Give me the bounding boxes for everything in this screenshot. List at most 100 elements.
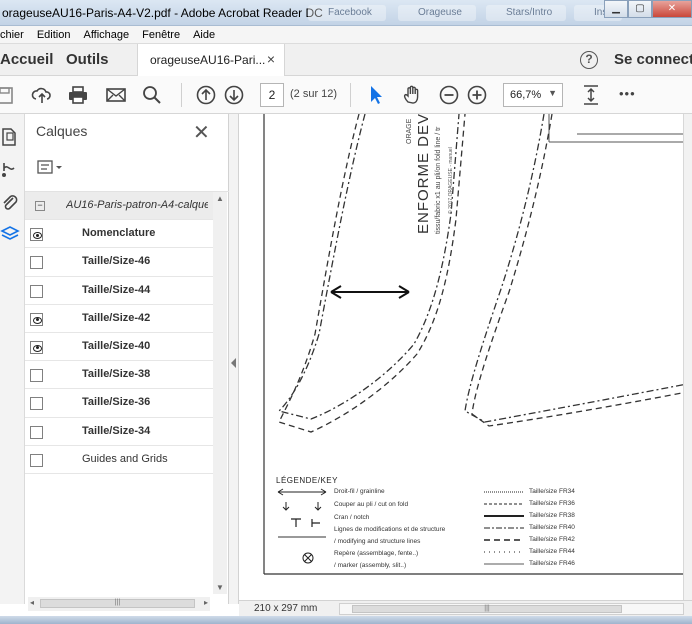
- layers-horizontal-scrollbar[interactable]: ◂ ||| ▸: [28, 597, 210, 611]
- visibility-checkbox[interactable]: [30, 284, 43, 298]
- page-number-input[interactable]: 2: [260, 83, 284, 107]
- document-vertical-scrollbar[interactable]: [683, 114, 692, 600]
- page-dimensions: 210 x 297 mm: [254, 603, 318, 614]
- page-fit-icon[interactable]: [580, 84, 602, 106]
- zoom-out-icon[interactable]: [438, 84, 460, 106]
- legend-size: Taille/size FR34: [529, 488, 575, 495]
- legend-item: Cran / notch: [334, 514, 370, 521]
- chevron-down-icon: ▼: [548, 88, 557, 98]
- document-tab[interactable]: orageuseAU16-Pari... ×: [137, 44, 285, 76]
- navigation-rail: [0, 114, 25, 604]
- visibility-checkbox[interactable]: [30, 369, 43, 383]
- layers-icon[interactable]: [0, 224, 20, 244]
- hand-tool-icon[interactable]: [401, 84, 423, 106]
- email-icon[interactable]: [105, 84, 127, 106]
- toolbar: 2 (2 sur 12) 66,7% ▼ •••: [0, 76, 692, 114]
- menu-bar: chier Edition Affichage Fenêtre Aide: [0, 26, 692, 44]
- layers-vertical-scrollbar[interactable]: ▲ ▼: [213, 192, 227, 594]
- layer-row[interactable]: Guides and Grids: [25, 446, 213, 474]
- legend-size: Taille/size FR36: [529, 500, 575, 507]
- search-icon[interactable]: [141, 84, 163, 106]
- bookmark-icon[interactable]: [0, 160, 20, 180]
- zoom-select[interactable]: 66,7% ▼: [503, 83, 563, 107]
- visibility-checkbox[interactable]: [30, 397, 43, 411]
- menu-window[interactable]: Fenêtre: [142, 29, 180, 41]
- menu-help[interactable]: Aide: [193, 29, 215, 41]
- legend-item: Couper au pli / cut on fold: [334, 501, 409, 508]
- visibility-eye-icon[interactable]: [30, 312, 43, 326]
- layer-row[interactable]: Taille/Size-42: [25, 305, 213, 333]
- layers-panel-title: Calques: [36, 123, 88, 139]
- select-cursor-icon[interactable]: [365, 84, 387, 106]
- layer-label: Taille/Size-42: [82, 311, 151, 324]
- scroll-down-icon[interactable]: ▼: [216, 583, 224, 592]
- nav-tools[interactable]: Outils: [66, 51, 109, 68]
- menu-edit[interactable]: Edition: [37, 29, 71, 41]
- document-view[interactable]: ENFORME DEV ORAGE tissu/fabric x1 au pli…: [239, 114, 692, 600]
- layer-row[interactable]: Taille/Size-44: [25, 277, 213, 305]
- layer-label: Taille/Size-36: [82, 396, 151, 409]
- pattern-brand: ORAGE: [406, 118, 413, 144]
- close-window-icon[interactable]: ✕: [652, 0, 692, 18]
- layer-row[interactable]: Taille/Size-40: [25, 333, 213, 362]
- scroll-right-icon[interactable]: ▸: [204, 598, 208, 607]
- save-icon[interactable]: [0, 84, 16, 106]
- maximize-icon[interactable]: ▢: [628, 0, 652, 18]
- zoom-in-icon[interactable]: [466, 84, 488, 106]
- more-tools-icon[interactable]: •••: [619, 86, 636, 101]
- pattern-title: ENFORME DEV: [415, 114, 432, 234]
- close-tab-icon[interactable]: ×: [267, 51, 275, 67]
- pattern-legend: LÉGENDE/KEY Droit-fil / grainline Couper…: [276, 474, 676, 574]
- document-horizontal-scrollbar[interactable]: |||: [339, 603, 684, 615]
- close-panel-icon[interactable]: ✕: [193, 120, 210, 145]
- collapse-icon[interactable]: −: [35, 201, 45, 211]
- layer-label: Taille/Size-44: [82, 283, 151, 296]
- legend-item: Droit-fil / grainline: [334, 488, 385, 495]
- window-titlebar: orageuseAU16-Paris-A4-V2.pdf - Adobe Acr…: [0, 0, 692, 26]
- scroll-thumb[interactable]: |||: [352, 605, 622, 613]
- layer-row[interactable]: Taille/Size-38: [25, 361, 213, 390]
- visibility-checkbox[interactable]: [30, 425, 43, 439]
- layer-label: Nomenclature: [82, 227, 156, 240]
- scroll-left-icon[interactable]: ◂: [30, 598, 34, 607]
- window-title: orageuseAU16-Paris-A4-V2.pdf - Adobe Acr…: [2, 6, 323, 20]
- scroll-thumb[interactable]: |||: [40, 599, 195, 608]
- legend-item: / marker (assembly, slit..): [334, 562, 407, 569]
- legend-size: Taille/size FR38: [529, 512, 575, 519]
- attachment-icon[interactable]: [0, 192, 20, 212]
- layer-row[interactable]: Taille/Size-36: [25, 389, 213, 418]
- visibility-eye-icon[interactable]: [30, 228, 43, 242]
- legend-size: Taille/size FR40: [529, 524, 575, 531]
- collapse-panel-icon[interactable]: [231, 358, 236, 368]
- layer-options-icon[interactable]: [37, 160, 65, 176]
- previous-page-icon[interactable]: [195, 84, 217, 106]
- zoom-value: 66,7%: [510, 89, 542, 101]
- layer-root-label: AU16-Paris-patron-A4-calques.: [66, 199, 208, 211]
- panel-splitter[interactable]: [229, 114, 239, 604]
- menu-view[interactable]: Affichage: [83, 29, 129, 41]
- legend-size: Taille/size FR46: [529, 560, 575, 567]
- status-bar: 210 x 297 mm |||: [239, 600, 692, 616]
- pattern-cut-info: tissu/fabric x1 au pli/on fold line / tr: [435, 126, 442, 234]
- page-thumbnails-icon[interactable]: [0, 127, 20, 147]
- visibility-eye-icon[interactable]: [30, 340, 43, 354]
- visibility-checkbox[interactable]: [30, 453, 43, 467]
- minimize-icon[interactable]: ▁: [604, 0, 628, 18]
- layer-row[interactable]: Taille/Size-46: [25, 248, 213, 277]
- visibility-checkbox[interactable]: [30, 256, 43, 270]
- pattern-copyright: © 2017 ORAGEUSE - manuel: [448, 147, 454, 214]
- menu-file[interactable]: chier: [0, 29, 24, 41]
- help-icon[interactable]: ?: [580, 51, 598, 69]
- next-page-icon[interactable]: [223, 84, 245, 106]
- upload-cloud-icon[interactable]: [31, 84, 53, 106]
- window-controls: ▁ ▢ ✕: [604, 0, 692, 18]
- nav-home[interactable]: Accueil: [0, 51, 53, 68]
- sign-in-link[interactable]: Se connecte: [614, 51, 692, 68]
- legend-item: Lignes de modifications et de structure: [334, 526, 446, 533]
- scroll-up-icon[interactable]: ▲: [216, 194, 224, 203]
- layer-row[interactable]: Taille/Size-34: [25, 418, 213, 446]
- print-icon[interactable]: [67, 84, 89, 106]
- layer-root[interactable]: − AU16-Paris-patron-A4-calques.: [25, 192, 213, 221]
- layer-row[interactable]: Nomenclature: [25, 220, 213, 249]
- legend-size: Taille/size FR42: [529, 536, 575, 543]
